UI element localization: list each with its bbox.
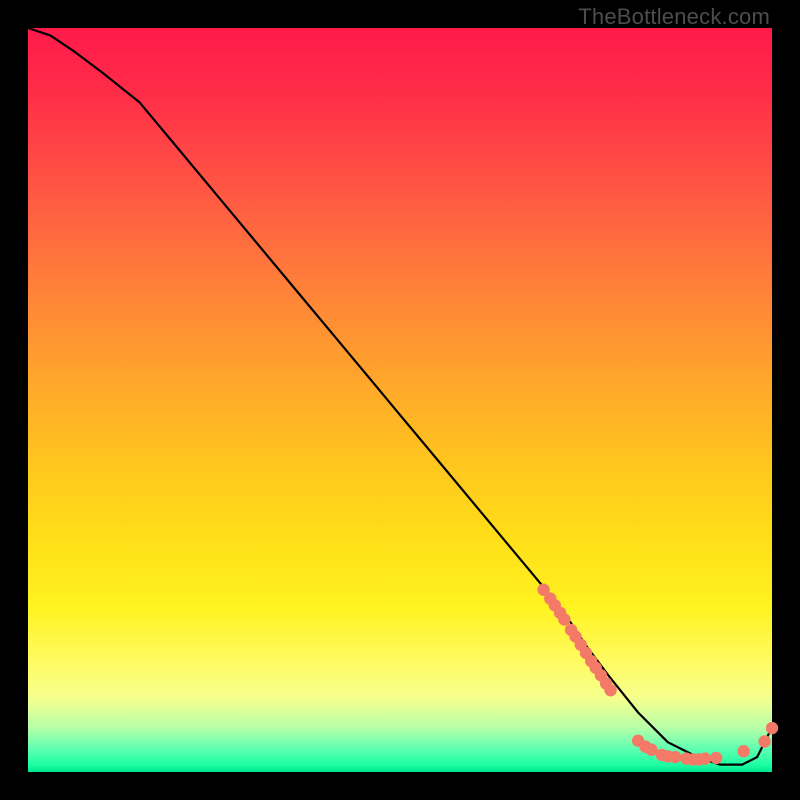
data-point	[699, 752, 711, 764]
points-layer	[537, 584, 778, 766]
data-point	[738, 745, 750, 757]
data-point	[669, 751, 681, 763]
data-point	[766, 722, 778, 734]
data-point	[604, 684, 616, 696]
data-point	[710, 752, 722, 764]
data-point	[758, 735, 770, 747]
curve-layer	[28, 28, 772, 765]
plot-area	[28, 28, 772, 772]
chart-frame: TheBottleneck.com	[0, 0, 800, 800]
data-point	[558, 613, 570, 625]
watermark-label: TheBottleneck.com	[578, 4, 770, 30]
bottleneck-curve	[28, 28, 772, 765]
chart-svg	[28, 28, 772, 772]
